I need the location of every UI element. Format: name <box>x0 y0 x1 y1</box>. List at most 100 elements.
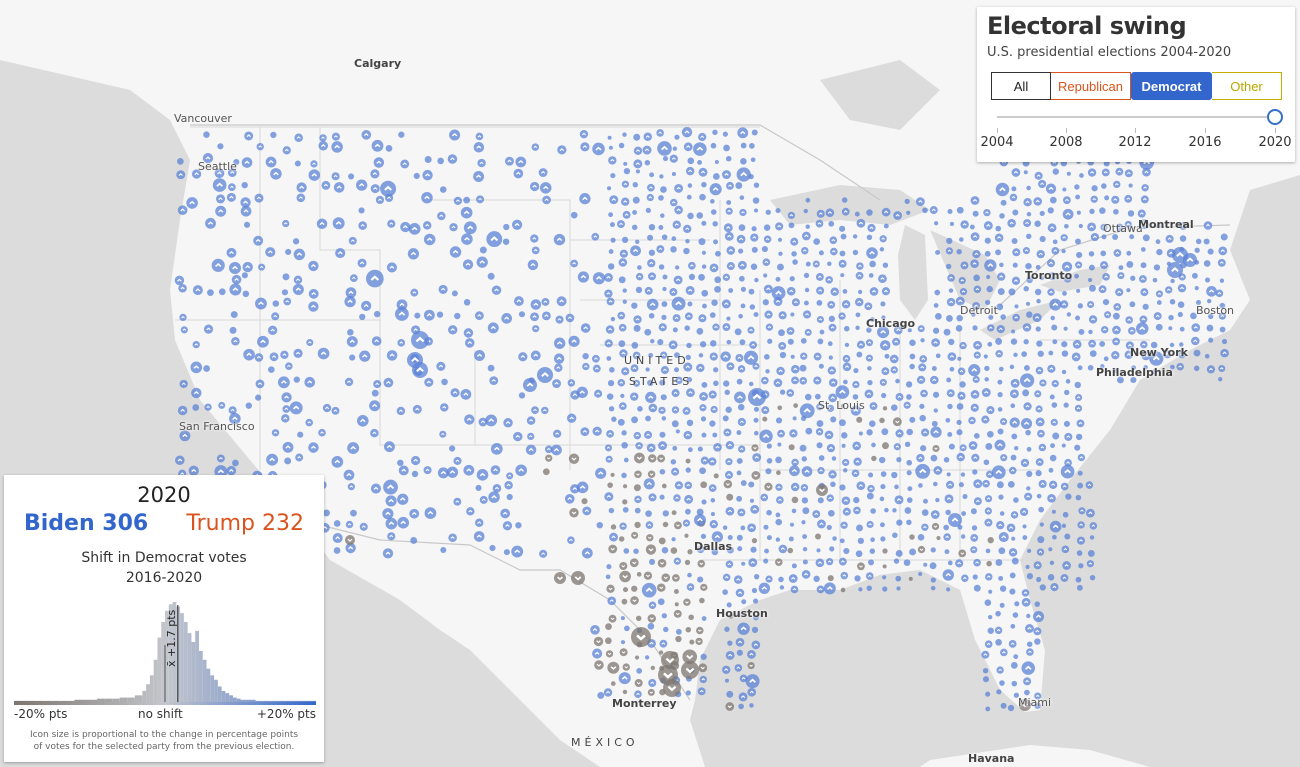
county-marker[interactable] <box>839 538 845 544</box>
county-marker[interactable] <box>736 167 751 182</box>
county-marker[interactable] <box>1135 322 1149 335</box>
county-marker[interactable] <box>1035 326 1041 332</box>
county-marker[interactable] <box>984 259 997 272</box>
county-marker[interactable] <box>525 444 537 456</box>
county-marker[interactable] <box>697 446 703 452</box>
county-marker[interactable] <box>618 340 626 348</box>
county-marker[interactable] <box>764 310 773 319</box>
county-marker[interactable] <box>866 234 873 241</box>
county-marker[interactable] <box>792 259 798 265</box>
county-marker[interactable] <box>982 667 989 674</box>
county-marker[interactable] <box>748 481 755 488</box>
county-marker[interactable] <box>1047 493 1056 503</box>
county-marker[interactable] <box>634 452 645 464</box>
county-marker[interactable] <box>592 142 605 156</box>
county-marker[interactable] <box>1129 234 1135 240</box>
county-marker[interactable] <box>277 376 290 389</box>
county-marker[interactable] <box>1194 286 1199 291</box>
county-marker[interactable] <box>1026 446 1032 452</box>
county-marker[interactable] <box>687 157 695 165</box>
county-marker[interactable] <box>799 376 808 385</box>
county-marker[interactable] <box>765 323 774 331</box>
county-marker[interactable] <box>373 380 382 389</box>
county-marker[interactable] <box>387 532 396 541</box>
county-marker[interactable] <box>917 325 925 333</box>
county-marker[interactable] <box>1193 349 1201 357</box>
county-marker[interactable] <box>726 690 734 698</box>
county-marker[interactable] <box>244 131 254 141</box>
county-marker[interactable] <box>685 285 695 295</box>
county-marker[interactable] <box>175 455 185 466</box>
county-marker[interactable] <box>1061 248 1066 254</box>
county-marker[interactable] <box>347 442 360 455</box>
county-marker[interactable] <box>609 195 619 205</box>
county-marker[interactable] <box>895 392 904 401</box>
county-marker[interactable] <box>1009 572 1016 579</box>
county-marker[interactable] <box>932 391 940 398</box>
county-marker[interactable] <box>1014 446 1019 451</box>
county-marker[interactable] <box>758 582 771 594</box>
county-marker[interactable] <box>359 350 371 362</box>
county-marker[interactable] <box>906 394 912 400</box>
county-marker[interactable] <box>973 584 981 592</box>
county-marker[interactable] <box>674 205 683 215</box>
county-marker[interactable] <box>1047 223 1057 233</box>
county-marker[interactable] <box>622 499 628 505</box>
county-marker[interactable] <box>241 181 248 189</box>
county-marker[interactable] <box>826 494 834 502</box>
county-marker[interactable] <box>1049 520 1062 533</box>
county-marker[interactable] <box>633 484 641 492</box>
county-marker[interactable] <box>791 376 799 385</box>
county-marker[interactable] <box>1088 329 1093 335</box>
county-marker[interactable] <box>869 287 879 296</box>
county-marker[interactable] <box>1009 466 1017 475</box>
county-marker[interactable] <box>983 208 991 217</box>
county-marker[interactable] <box>896 519 903 526</box>
county-marker[interactable] <box>203 324 214 334</box>
county-marker[interactable] <box>463 299 471 306</box>
county-marker[interactable] <box>1091 185 1098 192</box>
county-marker[interactable] <box>609 222 615 228</box>
county-marker[interactable] <box>753 417 759 423</box>
county-marker[interactable] <box>871 442 876 448</box>
county-marker[interactable] <box>580 427 590 437</box>
county-marker[interactable] <box>816 442 823 449</box>
county-marker[interactable] <box>1152 277 1158 283</box>
county-marker[interactable] <box>232 459 239 467</box>
county-marker[interactable] <box>1088 264 1095 271</box>
county-marker[interactable] <box>1077 482 1084 489</box>
county-marker[interactable] <box>802 534 808 540</box>
county-marker[interactable] <box>579 129 589 139</box>
county-marker[interactable] <box>726 200 732 205</box>
county-marker[interactable] <box>632 196 640 204</box>
county-marker[interactable] <box>763 273 768 278</box>
county-marker[interactable] <box>949 366 955 372</box>
county-marker[interactable] <box>1034 288 1042 296</box>
county-marker[interactable] <box>709 420 716 427</box>
county-marker[interactable] <box>1051 246 1060 255</box>
county-marker[interactable] <box>474 518 484 527</box>
county-marker[interactable] <box>970 403 979 412</box>
county-marker[interactable] <box>1112 337 1120 346</box>
county-marker[interactable] <box>1075 576 1082 583</box>
county-marker[interactable] <box>816 548 821 553</box>
county-marker[interactable] <box>726 493 734 501</box>
county-marker[interactable] <box>787 211 796 220</box>
county-marker[interactable] <box>204 403 212 411</box>
county-marker[interactable] <box>1206 324 1214 332</box>
county-marker[interactable] <box>852 234 858 239</box>
county-marker[interactable] <box>606 356 612 361</box>
county-marker[interactable] <box>972 210 979 217</box>
county-marker[interactable] <box>816 209 825 218</box>
county-marker[interactable] <box>620 393 625 399</box>
county-marker[interactable] <box>1010 511 1019 519</box>
county-marker[interactable] <box>1034 390 1042 398</box>
county-marker[interactable] <box>981 650 990 659</box>
county-marker[interactable] <box>385 517 398 530</box>
county-marker[interactable] <box>778 576 784 583</box>
slider-track[interactable] <box>997 116 1275 118</box>
county-marker[interactable] <box>917 545 926 554</box>
county-marker[interactable] <box>605 623 612 630</box>
county-marker[interactable] <box>775 483 783 491</box>
county-marker[interactable] <box>767 338 773 344</box>
